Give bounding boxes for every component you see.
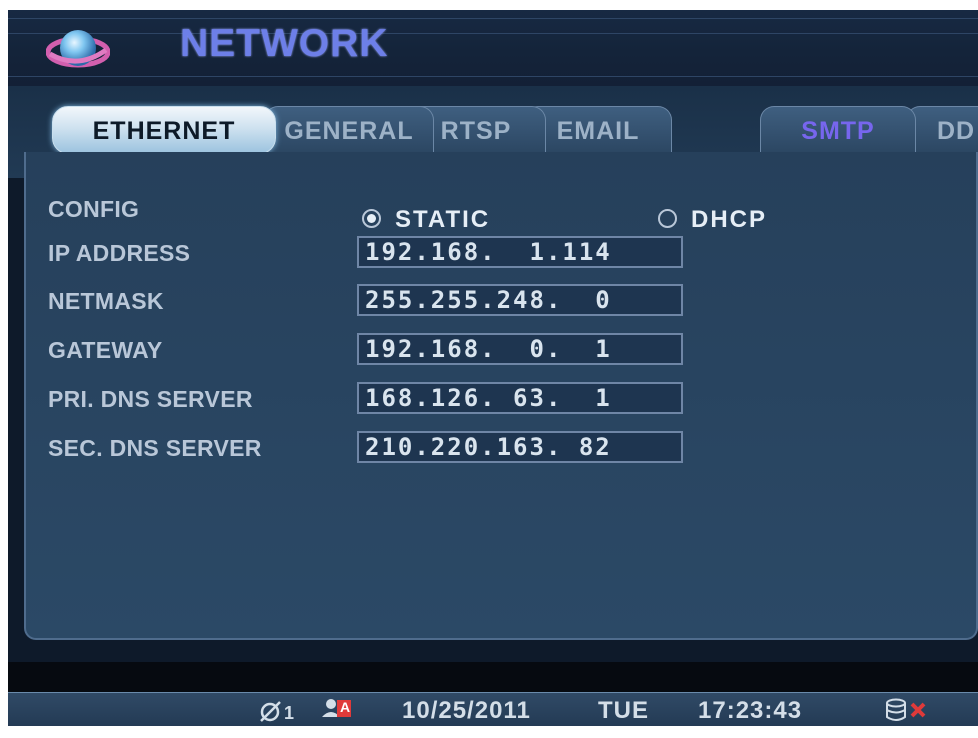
ip-address-field[interactable]: 192.168. 1.114 (357, 236, 683, 268)
tab-label: GENERAL (284, 117, 414, 145)
error-x-icon (910, 702, 926, 718)
tab-label: SMTP (801, 117, 875, 145)
header-rule (8, 33, 978, 34)
tab-smtp[interactable]: SMTP (760, 106, 916, 152)
radio-unchecked-icon (658, 209, 677, 229)
static-radio[interactable]: STATIC (362, 206, 490, 234)
secondary-dns-field[interactable]: 210.220.163. 82 (357, 431, 683, 463)
header-rule (8, 18, 978, 19)
header-rule (8, 76, 978, 77)
netmask-label: NETMASK (48, 288, 164, 314)
config-label: CONFIG (48, 196, 140, 222)
status-time: 17:23:43 (698, 697, 803, 724)
divider-bar (8, 662, 978, 692)
page-title: NETWORK (180, 22, 389, 65)
tab-label: DD (937, 117, 976, 145)
dvr-screen: NETWORK EMAIL RTSP GENERAL DD SMTP ETHER… (8, 10, 978, 726)
primary-dns-label: PRI. DNS SERVER (48, 386, 253, 412)
gateway-field[interactable]: 192.168. 0. 1 (357, 333, 683, 365)
globe-icon (46, 30, 110, 68)
header: NETWORK (8, 10, 978, 87)
tab-label: RTSP (440, 117, 512, 145)
dhcp-radio[interactable]: DHCP (658, 206, 767, 234)
tab-label: EMAIL (556, 117, 640, 145)
status-bar: 1 A 10/25/2011 TUE 17:23:43 (8, 692, 978, 726)
status-weekday: TUE (598, 697, 649, 724)
network-disconnected-icon (260, 701, 281, 722)
tab-label: ETHERNET (92, 117, 236, 145)
radio-checked-icon (362, 209, 381, 229)
user-letter: A (340, 699, 352, 715)
secondary-dns-label: SEC. DNS SERVER (48, 435, 262, 461)
tab-general[interactable]: GENERAL (264, 106, 434, 152)
gateway-label: GATEWAY (48, 337, 163, 363)
netmask-field[interactable]: 255.255.248. 0 (357, 284, 683, 316)
static-radio-label: STATIC (395, 206, 491, 233)
tab-email[interactable]: EMAIL (524, 106, 672, 152)
status-date: 10/25/2011 (402, 697, 531, 724)
ethernet-settings-panel: CONFIG STATIC DHCP IP ADDRESS 192.168. 1… (24, 152, 978, 640)
storage-icon (886, 698, 906, 721)
tab-ethernet[interactable]: ETHERNET (52, 106, 276, 154)
network-count: 1 (284, 703, 296, 723)
primary-dns-field[interactable]: 168.126. 63. 1 (357, 382, 683, 414)
tab-ddns[interactable]: DD (906, 106, 978, 152)
ip-address-label: IP ADDRESS (48, 240, 191, 266)
dhcp-radio-label: DHCP (691, 206, 768, 233)
